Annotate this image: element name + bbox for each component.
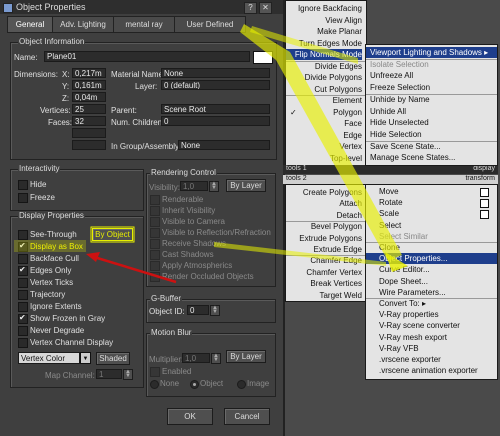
annotation-overlay xyxy=(14,24,408,284)
yellow-highlight-arrow xyxy=(214,24,408,272)
by-object-highlight xyxy=(90,226,135,243)
red-arrow xyxy=(86,252,177,284)
display-as-box-highlight xyxy=(14,240,86,252)
